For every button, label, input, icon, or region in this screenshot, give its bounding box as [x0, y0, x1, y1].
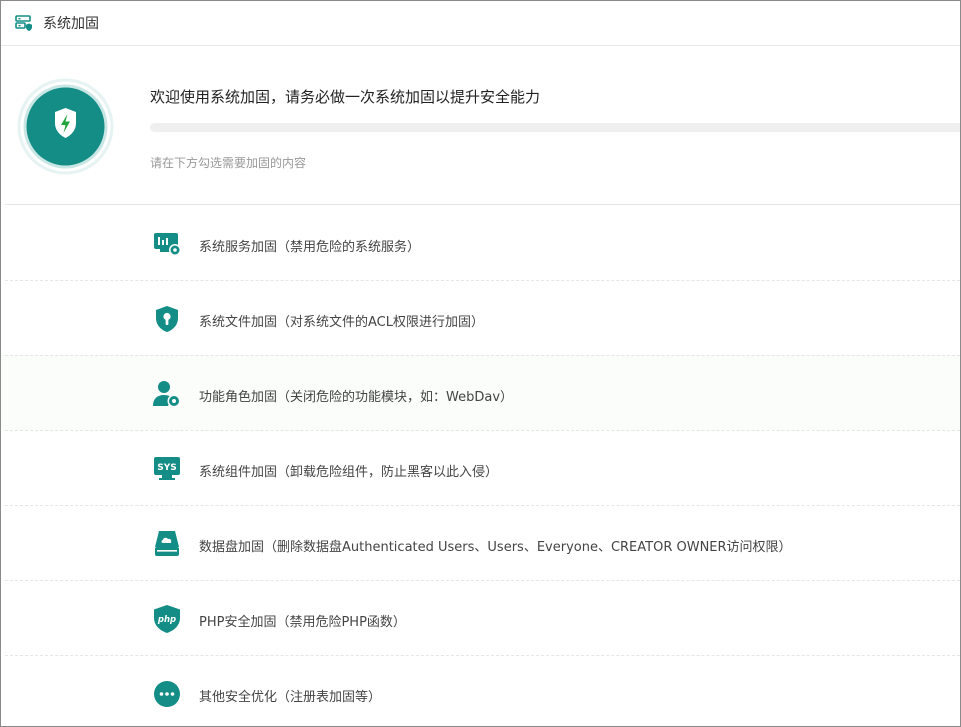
user-gear-icon — [152, 379, 182, 409]
sys-monitor-icon: SYS — [152, 454, 182, 484]
svg-text:SYS: SYS — [157, 463, 176, 473]
shield-keyhole-icon — [152, 304, 182, 334]
list-item-role[interactable]: 功能角色加固（关闭危险的功能模块，如：WebDav） — [1, 355, 960, 430]
list-item-label: 其他安全优化（注册表加固等） — [199, 690, 382, 705]
list-item-label: 数据盘加固（删除数据盘Authenticated Users、Users、Eve… — [199, 540, 792, 555]
more-dots-icon — [152, 679, 182, 709]
list-item-label: 系统服务加固（禁用危险的系统服务） — [199, 240, 421, 255]
list-item-label: 系统文件加固（对系统文件的ACL权限进行加固） — [199, 315, 484, 330]
list-item-other[interactable]: 其他安全优化（注册表加固等） — [1, 655, 960, 726]
php-shield-icon: php — [152, 604, 182, 634]
hardening-window: 系统加固 欢迎使用系统加固，请务必做一次系统加固以提升安全能力 请在下方勾选需要… — [0, 0, 961, 727]
disk-cloud-icon — [152, 529, 182, 559]
list-item-label: 功能角色加固（关闭危险的功能模块，如：WebDav） — [199, 390, 514, 405]
list-item-disk[interactable]: 数据盘加固（删除数据盘Authenticated Users、Users、Eve… — [1, 505, 960, 580]
svg-text:php: php — [157, 615, 176, 625]
list-item-label: PHP安全加固（禁用危险PHP函数） — [199, 615, 406, 630]
list-item-php[interactable]: php PHP安全加固（禁用危险PHP函数） — [1, 580, 960, 655]
shield-bolt-icon — [17, 78, 114, 175]
list-item-component[interactable]: SYS 系统组件加固（卸载危险组件，防止黑客以此入侵） — [1, 430, 960, 505]
title-bar: 系统加固 — [1, 1, 960, 46]
list-item-service[interactable]: 系统服务加固（禁用危险的系统服务） — [1, 205, 960, 280]
server-shield-icon — [15, 14, 33, 32]
list-item-file[interactable]: 系统文件加固（对系统文件的ACL权限进行加固） — [1, 280, 960, 355]
hero-section: 欢迎使用系统加固，请务必做一次系统加固以提升安全能力 请在下方勾选需要加固的内容 — [1, 46, 960, 204]
hero-subtitle: 请在下方勾选需要加固的内容 — [150, 156, 307, 170]
list-item-label: 系统组件加固（卸载危险组件，防止黑客以此入侵） — [199, 465, 499, 480]
hero-title: 欢迎使用系统加固，请务必做一次系统加固以提升安全能力 — [150, 88, 541, 106]
hardening-list: 系统服务加固（禁用危险的系统服务） 系统文件加固（对系统文件的ACL权限进行加固… — [1, 205, 960, 726]
monitor-chart-gear-icon — [152, 229, 182, 259]
progress-bar — [150, 123, 960, 132]
page-title: 系统加固 — [43, 16, 99, 32]
